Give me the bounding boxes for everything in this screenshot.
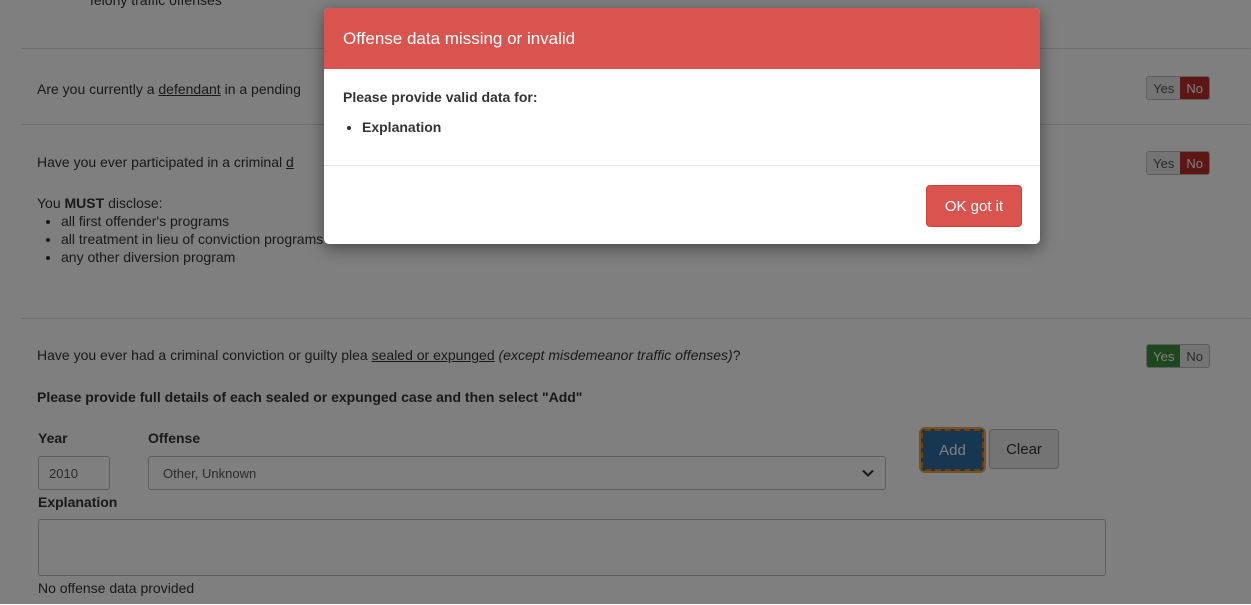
- error-modal: Offense data missing or invalid Please p…: [324, 8, 1040, 244]
- list-item: Explanation: [362, 119, 1021, 135]
- ok-got-it-button[interactable]: OK got it: [926, 185, 1022, 227]
- modal-title: Offense data missing or invalid: [324, 8, 1040, 69]
- invalid-field-list: Explanation: [343, 119, 1021, 135]
- modal-body: Please provide valid data for: Explanati…: [324, 69, 1040, 166]
- modal-message: Please provide valid data for:: [343, 89, 538, 105]
